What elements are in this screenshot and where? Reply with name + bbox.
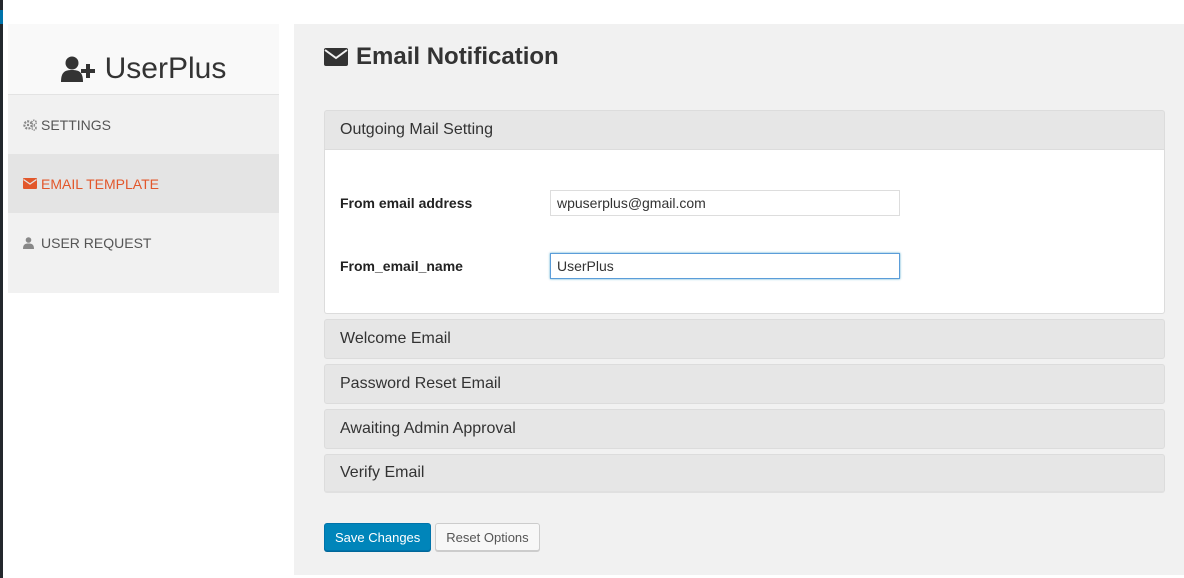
user-icon — [23, 236, 37, 250]
panel-title: Password Reset Email — [340, 375, 501, 392]
panel-outgoing-mail-setting: Outgoing Mail Setting From email address… — [324, 110, 1165, 314]
user-plus-icon — [60, 56, 95, 82]
top-strip — [3, 0, 1184, 24]
from-email-address-label: From email address — [340, 195, 473, 211]
panel-header-awaiting-admin-approval[interactable]: Awaiting Admin Approval — [324, 409, 1165, 449]
from-email-name-row: From_email_name — [340, 253, 900, 279]
from-email-name-label: From_email_name — [340, 258, 463, 274]
sidebar-item-label: USER REQUEST — [41, 234, 152, 251]
panel-title: Awaiting Admin Approval — [340, 420, 516, 437]
sidebar-item-label: SETTINGS — [41, 116, 112, 133]
panel-header-password-reset-email[interactable]: Password Reset Email — [324, 364, 1165, 404]
page-title: Email Notification — [356, 43, 559, 70]
panel-header-verify-email[interactable]: Verify Email — [324, 454, 1165, 493]
email-settings-accordion: Outgoing Mail Setting From email address… — [324, 110, 1165, 493]
brand: UserPlus — [60, 52, 227, 86]
sidebar-item-user-request[interactable]: USER REQUEST — [8, 213, 279, 272]
brand-title: UserPlus — [104, 52, 227, 85]
panel-title: Verify Email — [340, 464, 425, 481]
panel-header-outgoing-mail-setting[interactable]: Outgoing Mail Setting — [324, 110, 1165, 150]
envelope-icon — [324, 48, 348, 66]
panel-header-welcome-email[interactable]: Welcome Email — [324, 319, 1165, 359]
sidebar-item-email-template[interactable]: EMAIL TEMPLATE — [8, 154, 279, 213]
gears-icon — [23, 118, 37, 132]
from-email-address-input[interactable] — [550, 190, 900, 216]
sidebar-item-label: EMAIL TEMPLATE — [41, 175, 159, 192]
brand-header: UserPlus — [8, 24, 279, 95]
panel-body-outgoing-mail-setting: From email address From_email_name — [324, 150, 1165, 314]
save-changes-button[interactable]: Save Changes — [324, 523, 432, 551]
collapsed-panels: Welcome Email Password Reset Email Await… — [324, 319, 1165, 493]
admin-menu-edge — [0, 0, 3, 578]
from-email-name-input[interactable] — [550, 253, 900, 279]
page-header: Email Notification — [324, 43, 559, 71]
sidebar-item-settings[interactable]: SETTINGS — [8, 95, 279, 154]
reset-options-button[interactable]: Reset Options — [435, 523, 540, 551]
main-content: Email Notification Outgoing Mail Setting… — [294, 24, 1184, 575]
from-email-address-row: From email address — [340, 190, 900, 216]
envelope-icon — [23, 177, 37, 191]
plugin-sidebar: UserPlus SETTINGS EMAIL TEMPLATE USER RE… — [8, 24, 279, 293]
panel-title: Outgoing Mail Setting — [340, 121, 493, 138]
form-actions: Save Changes Reset Options — [324, 523, 540, 551]
panel-title: Welcome Email — [340, 330, 451, 347]
